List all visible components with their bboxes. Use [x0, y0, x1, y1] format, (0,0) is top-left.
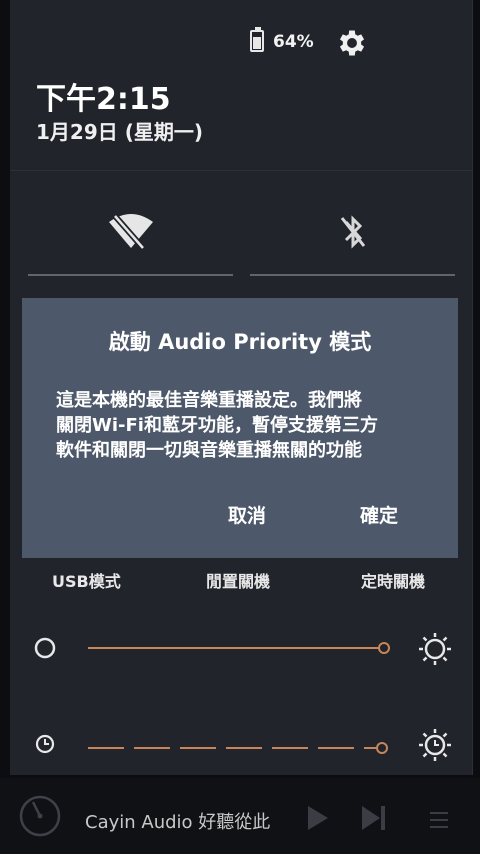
timer-shutdown-button[interactable]: 定時關機	[361, 568, 425, 592]
bluetooth-toggle[interactable]	[250, 200, 455, 276]
cancel-button[interactable]: 取消	[228, 501, 266, 528]
timer-brightness-icon	[419, 729, 451, 761]
battery-percent: 64%	[273, 32, 314, 52]
confirm-button[interactable]: 確定	[360, 501, 398, 528]
brightness-slider[interactable]	[88, 647, 384, 649]
wifi-toggle[interactable]	[28, 200, 233, 276]
battery-icon	[250, 27, 264, 52]
disc-icon[interactable]	[18, 794, 62, 838]
gear-icon[interactable]	[335, 26, 369, 60]
clock-date: 1月29日 (星期一)	[36, 120, 203, 144]
brightness-icon	[419, 633, 451, 665]
brightness-slider-thumb[interactable]	[378, 642, 390, 654]
bluetooth-toggle-underline	[250, 274, 455, 276]
clock-time: 下午2:15	[36, 82, 171, 117]
usb-mode-button[interactable]: USB模式	[52, 568, 121, 592]
wifi-off-icon	[108, 214, 153, 250]
timeout-slider-thumb[interactable]	[376, 742, 388, 754]
clock-icon	[35, 734, 55, 754]
timeout-slider[interactable]	[88, 747, 384, 749]
next-icon[interactable]	[360, 804, 388, 832]
bluetooth-off-icon	[340, 215, 365, 249]
menu-icon[interactable]	[430, 812, 448, 833]
dialog-body: 這是本機的最佳音樂重播設定。我們將 關閉Wi-Fi和藍牙功能，暫停支援第三方 軟…	[56, 390, 378, 461]
wifi-toggle-underline	[28, 274, 233, 276]
track-title[interactable]: Cayin Audio 好聽從此	[85, 808, 285, 834]
circle-icon	[34, 637, 56, 659]
audio-priority-dialog: 啟動 Audio Priority 模式 這是本機的最佳音樂重播設定。我們將 關…	[22, 298, 458, 558]
play-icon[interactable]	[306, 804, 330, 832]
dialog-title: 啟動 Audio Priority 模式	[108, 330, 372, 354]
divider	[10, 170, 472, 171]
idle-shutdown-button[interactable]: 閒置關機	[206, 568, 270, 592]
